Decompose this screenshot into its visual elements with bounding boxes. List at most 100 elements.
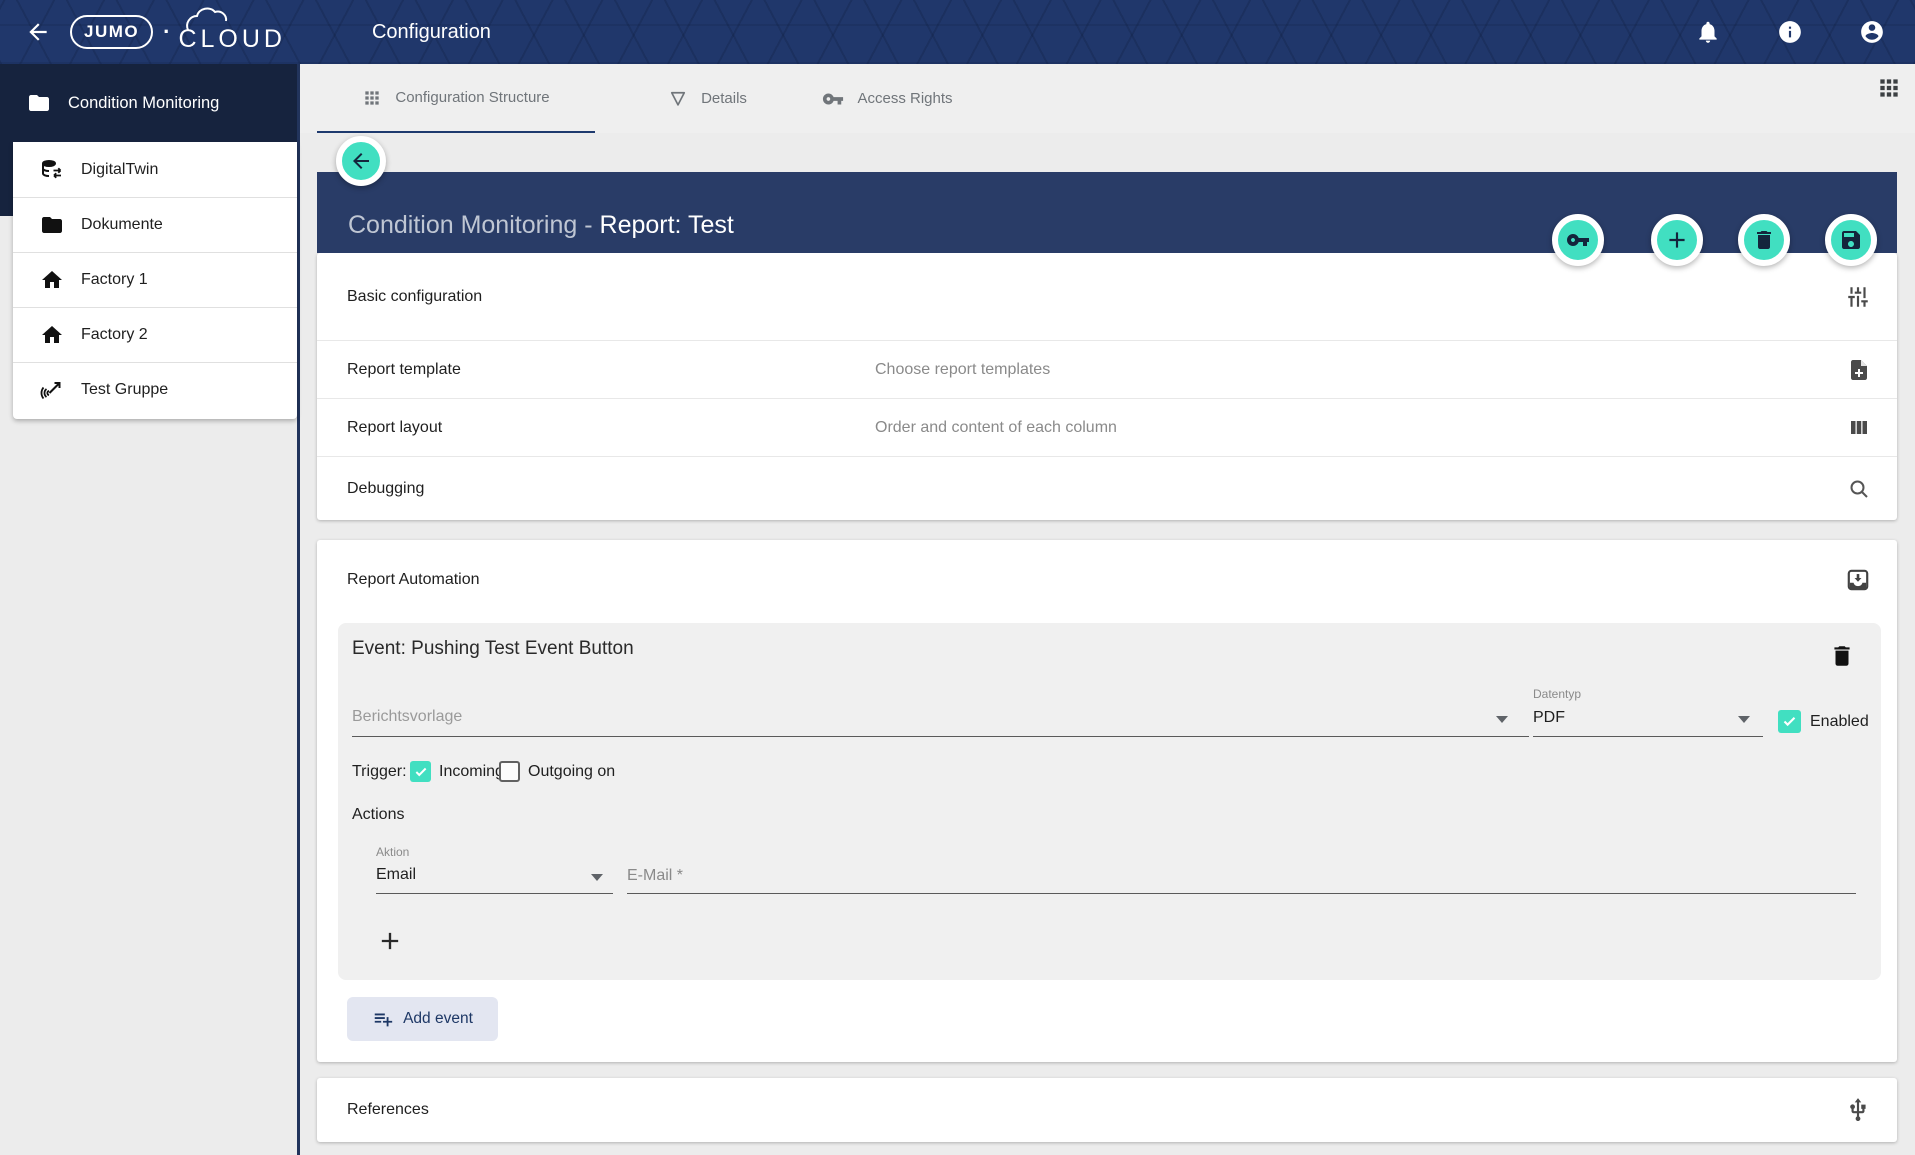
sidebar-item-dokumente[interactable]: Dokumente [13,197,297,252]
info-icon [1777,19,1803,45]
check-icon [414,765,428,779]
detail-back-button[interactable] [336,136,386,186]
report-template-select[interactable]: Berichtsvorlage [352,708,462,726]
apps-grid-button[interactable] [1876,75,1902,101]
home-icon [40,323,64,347]
sidebar-tree: DigitalTwin Dokumente Factory 1 Factory … [13,142,297,419]
filter-icon [668,89,688,109]
tab-access-rights[interactable]: Access Rights [805,64,970,133]
row-label: Debugging [347,480,424,498]
delete-fab[interactable] [1738,214,1790,266]
sidebar-item-label: Condition Monitoring [68,94,219,113]
row-report-layout[interactable]: Report layout Order and content of each … [317,398,1897,456]
sidebar-item-condition-monitoring[interactable]: Condition Monitoring [0,64,297,142]
sidebar-item-label: Dokumente [81,216,163,234]
sidebar-item-label: Test Gruppe [81,381,168,399]
tab-label: Details [701,90,747,107]
email-underline [627,893,1856,894]
row-debugging[interactable]: Debugging [317,456,1897,520]
row-basic-configuration[interactable]: Basic configuration [317,253,1897,340]
report-template-underline [352,736,1529,737]
add-event-button[interactable]: Add event [347,997,498,1041]
info-button[interactable] [1777,19,1803,45]
check-icon [1782,714,1797,729]
grid-icon [1876,75,1902,101]
save-icon [1839,228,1863,252]
arrow-back-icon [25,19,51,45]
row-label: Basic configuration [347,288,482,306]
logo-separator: · [163,19,170,45]
sidebar-item-test-gruppe[interactable]: Test Gruppe [13,362,297,417]
key-icon [822,88,844,110]
report-automation-card: Report Automation Event: Pushing Test Ev… [317,540,1897,1062]
app-bar-actions [1695,0,1885,64]
sidebar-item-digitaltwin[interactable]: DigitalTwin [13,142,297,197]
digital-twin-icon [40,158,64,182]
sidebar-item-factory-1[interactable]: Factory 1 [13,252,297,307]
action-type-underline [376,893,613,894]
row-secondary: Order and content of each column [875,419,1117,437]
row-label: Report template [347,361,461,379]
usb-icon[interactable] [1845,1097,1871,1123]
section-title: References [347,1101,429,1119]
event-card: Event: Pushing Test Event Button Bericht… [338,623,1881,980]
row-secondary: Choose report templates [875,361,1050,379]
folder-icon [27,91,51,115]
tab-label: Access Rights [857,90,952,107]
section-title: Report Automation [347,571,480,589]
cloud-logo: CLOUD [178,10,286,54]
report-automation-header: Report Automation [317,540,1897,620]
tab-label: Configuration Structure [395,89,549,106]
sidebar-item-label: DigitalTwin [81,161,158,179]
action-type-label: Aktion [376,845,409,859]
sidebar-accent-strip [0,142,13,216]
inbox-download-icon[interactable] [1845,567,1871,593]
columns-icon[interactable] [1847,416,1871,440]
enabled-checkbox[interactable] [1778,710,1801,733]
trigger-label: Trigger: [352,763,407,781]
outgoing-checkbox[interactable] [499,761,520,782]
email-field[interactable] [627,859,1856,893]
add-event-label: Add event [403,1010,473,1028]
target-icon [40,378,64,402]
key-icon [1566,228,1590,252]
chevron-down-icon[interactable] [1738,716,1750,723]
datatype-underline [1533,736,1763,737]
search-icon[interactable] [1847,477,1871,501]
datatype-select[interactable]: PDF [1533,709,1565,727]
notifications-button[interactable] [1695,19,1721,45]
folder-icon [40,213,64,237]
tune-icon[interactable] [1845,284,1871,310]
access-rights-fab[interactable] [1552,214,1604,266]
app-bar-left: JUMO · CLOUD Configuration [18,0,491,64]
account-icon [1859,19,1885,45]
add-fab[interactable] [1651,214,1703,266]
incoming-checkbox[interactable] [410,761,431,782]
references-card[interactable]: References [317,1078,1897,1142]
chevron-down-icon[interactable] [1496,716,1508,723]
tab-configuration-structure[interactable]: Configuration Structure [317,64,595,133]
event-title: Event: Pushing Test Event Button [352,638,634,660]
tab-details[interactable]: Details [635,64,780,133]
outgoing-label: Outgoing on [528,763,615,781]
sidebar-item-factory-2[interactable]: Factory 2 [13,307,297,362]
account-button[interactable] [1859,19,1885,45]
add-action-button[interactable] [372,923,408,959]
arrow-back-icon [349,149,373,173]
plus-icon [1664,227,1690,253]
home-icon [40,268,64,292]
row-report-template[interactable]: Report template Choose report templates [317,340,1897,398]
trash-icon[interactable] [1829,643,1855,669]
note-add-icon[interactable] [1847,358,1871,382]
save-fab[interactable] [1825,214,1877,266]
configuration-card: Basic configuration Report template Choo… [317,253,1897,520]
action-type-select[interactable]: Email [376,866,416,884]
chevron-down-icon[interactable] [591,874,603,881]
enabled-label: Enabled [1810,713,1869,731]
app-back-button[interactable] [18,12,58,52]
trash-icon [1752,228,1776,252]
page-title: Configuration [372,21,491,44]
actions-label: Actions [352,806,404,824]
detail-title: Condition Monitoring - Report: Test [348,211,734,240]
sidebar-divider [297,64,300,1155]
